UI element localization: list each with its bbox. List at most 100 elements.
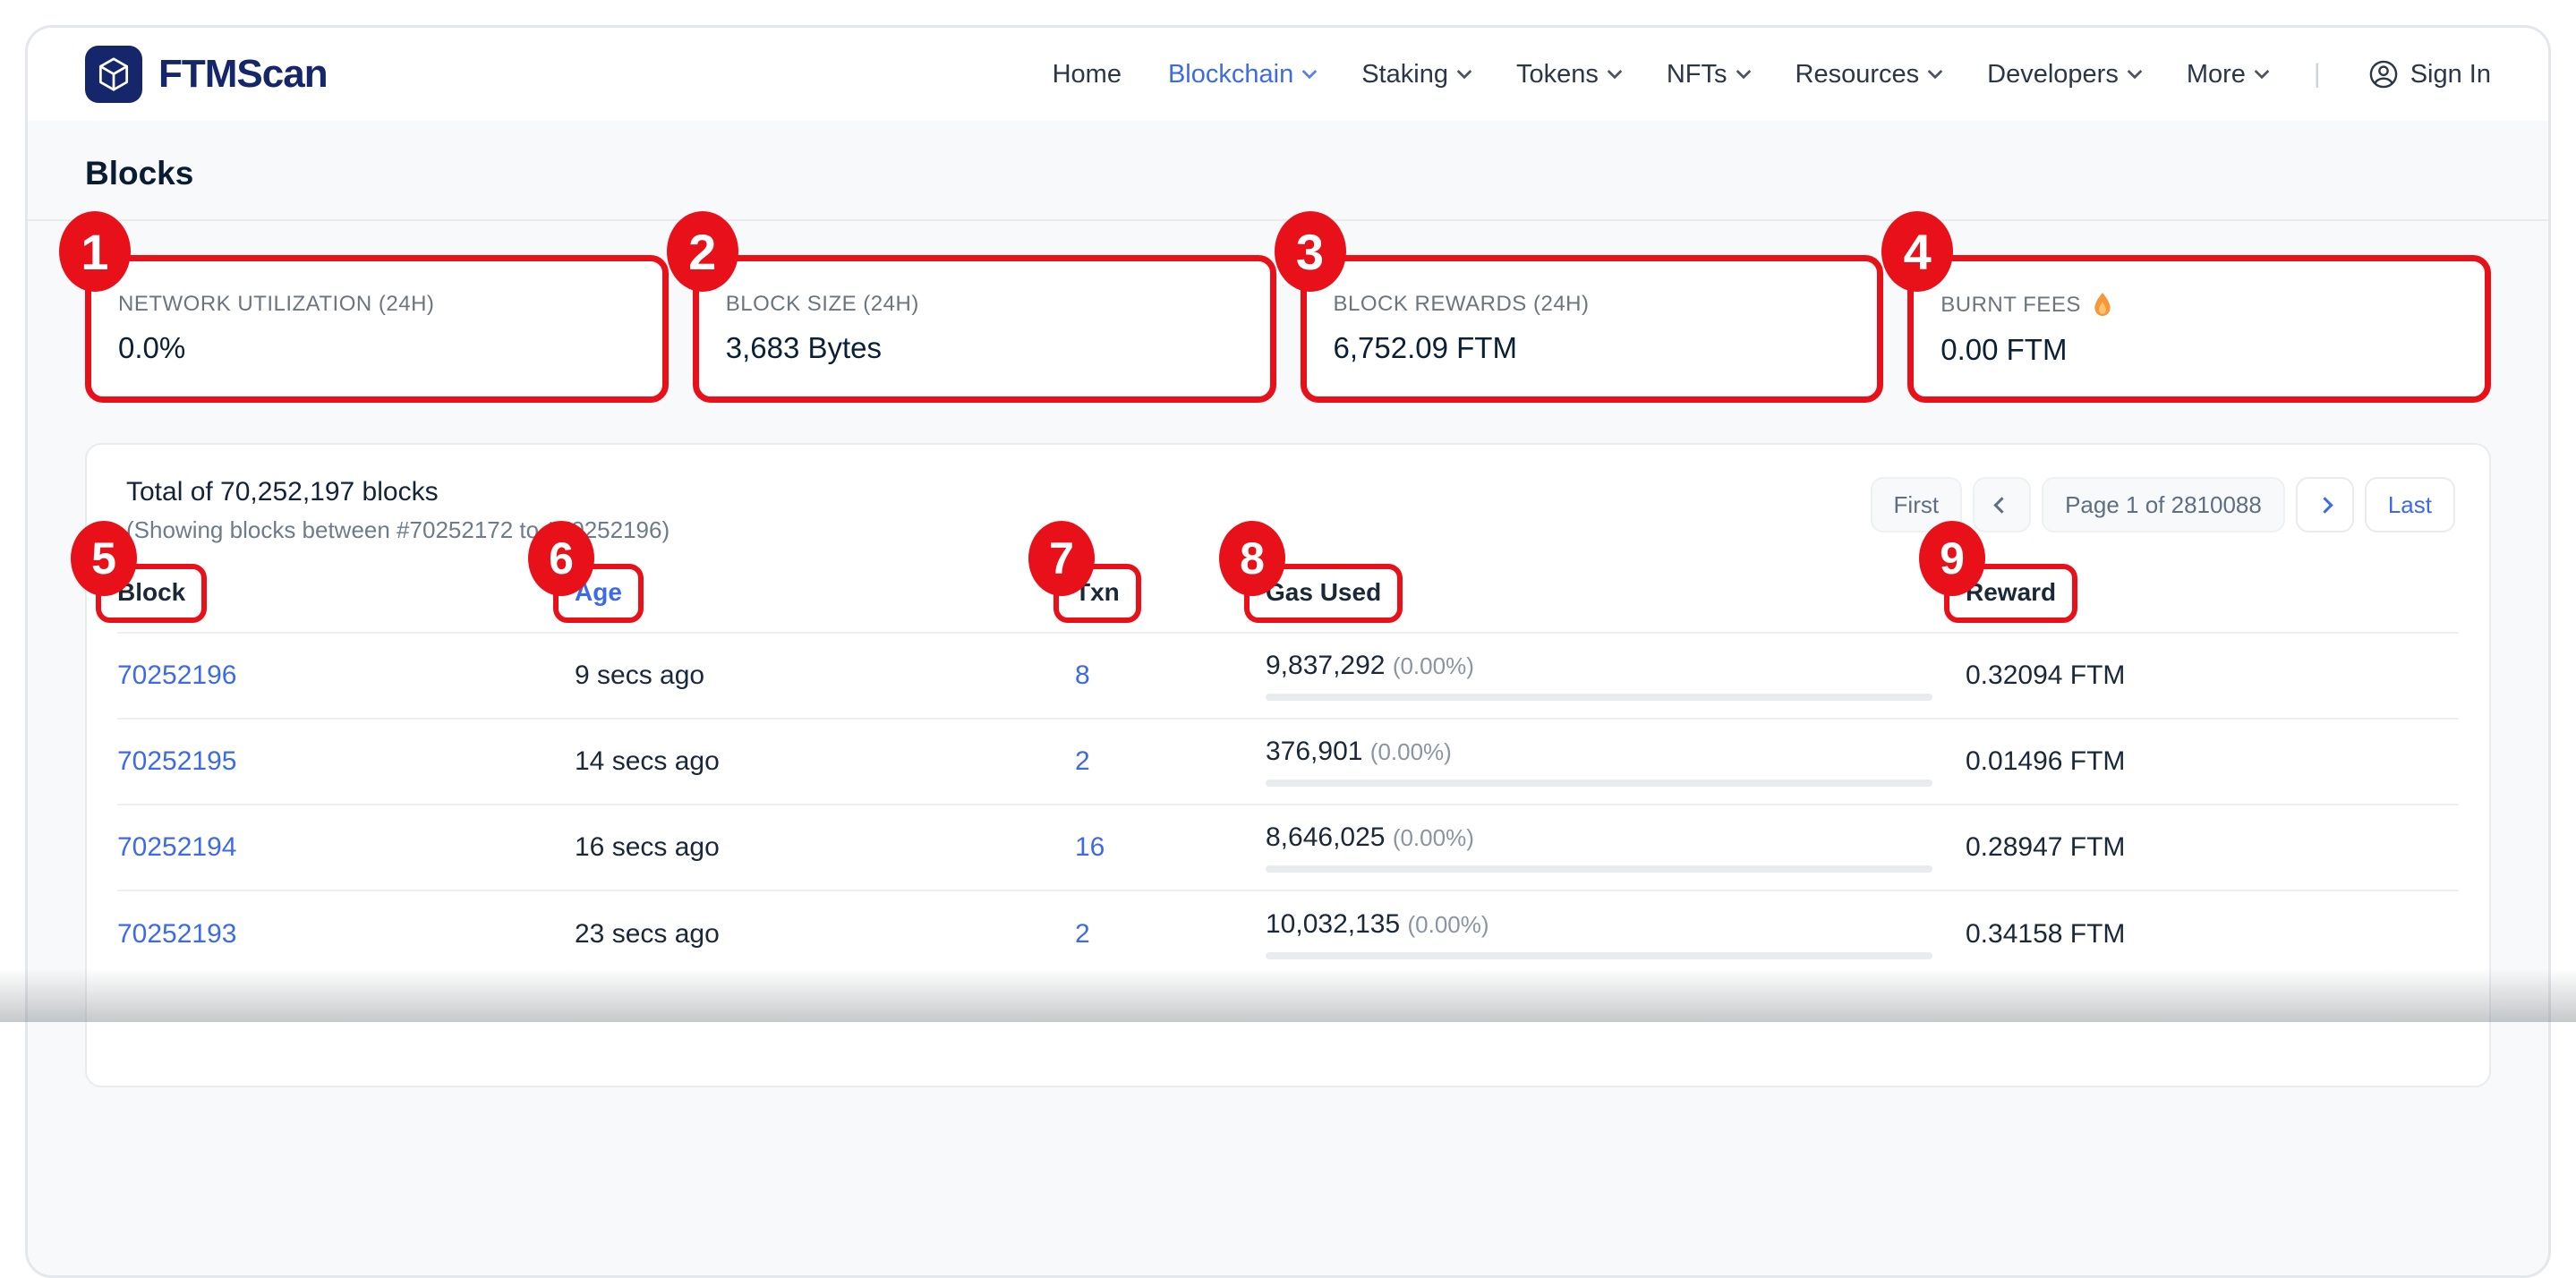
annotation-badge-9: 9 — [1919, 521, 1985, 596]
gas-used-cell: 8,646,025 (0.00%) — [1266, 822, 1966, 873]
table-summary: Total of 70,252,197 blocks (Showing bloc… — [126, 477, 670, 544]
chevron-down-icon — [1456, 64, 1471, 80]
gas-used-value: 376,901 — [1266, 737, 1362, 766]
cube-logo-icon — [85, 46, 142, 103]
stat-label: BLOCK SIZE (24H) — [726, 292, 1243, 317]
stat-value: 0.0% — [118, 331, 635, 365]
nav-item-nfts[interactable]: NFTs — [1667, 60, 1749, 89]
table-row: 70252193 23 secs ago 2 10,032,135 (0.00%… — [117, 891, 2459, 977]
pagination-last-button[interactable]: Last — [2365, 477, 2455, 532]
stat-label: NETWORK UTILIZATION (24H) — [118, 292, 635, 317]
block-age: 23 secs ago — [575, 919, 1075, 950]
brand-logo[interactable]: FTMScan — [85, 46, 328, 103]
annotation-box-reward: 9 Reward — [1944, 564, 2077, 623]
gas-used-value: 9,837,292 — [1266, 651, 1385, 680]
table-row: 70252194 16 secs ago 16 8,646,025 (0.00%… — [117, 805, 2459, 891]
block-age: 16 secs ago — [575, 832, 1075, 863]
chevron-left-icon — [1993, 497, 2009, 513]
txn-count-link[interactable]: 2 — [1075, 746, 1090, 776]
user-icon — [2367, 58, 2400, 90]
bottom-edge-fade — [0, 968, 2576, 1022]
stat-value: 3,683 Bytes — [726, 331, 1243, 365]
nav-item-developers[interactable]: Developers — [1987, 60, 2140, 89]
block-number-link[interactable]: 70252194 — [117, 832, 236, 862]
gas-used-progress-bar — [1266, 952, 1932, 959]
block-number-link[interactable]: 70252193 — [117, 919, 236, 949]
txn-count-link[interactable]: 8 — [1075, 660, 1090, 690]
gas-used-value: 8,646,025 — [1266, 822, 1385, 852]
pagination-prev-button[interactable] — [1973, 477, 2031, 532]
table-top-bar: Total of 70,252,197 blocks (Showing bloc… — [117, 445, 2459, 544]
nav-item-home[interactable]: Home — [1053, 60, 1122, 89]
block-age: 9 secs ago — [575, 660, 1075, 691]
stat-value: 6,752.09 FTM — [1334, 331, 1851, 365]
stats-row: 1 NETWORK UTILIZATION (24H) 0.0% 2 BLOCK… — [28, 221, 2548, 403]
flame-icon — [2090, 292, 2115, 319]
table-row: 70252195 14 secs ago 2 376,901 (0.00%) 0… — [117, 720, 2459, 805]
annotation-badge-2: 2 — [667, 211, 738, 292]
chevron-down-icon — [1607, 64, 1622, 80]
stat-value: 0.00 FTM — [1941, 333, 2458, 367]
nav-item-staking[interactable]: Staking — [1361, 60, 1470, 89]
stat-card-block-rewards: 3 BLOCK REWARDS (24H) 6,752.09 FTM — [1301, 255, 1884, 403]
nav-item-blockchain[interactable]: Blockchain — [1168, 60, 1315, 89]
stat-card-block-size: 2 BLOCK SIZE (24H) 3,683 Bytes — [693, 255, 1276, 403]
gas-used-progress-bar — [1266, 694, 1932, 701]
nav-item-resources[interactable]: Resources — [1796, 60, 1941, 89]
nav-item-tokens[interactable]: Tokens — [1516, 60, 1620, 89]
annotation-badge-7: 7 — [1028, 521, 1095, 596]
gas-used-value: 10,032,135 — [1266, 909, 1400, 939]
stat-label: BURNT FEES — [1941, 292, 2458, 319]
gas-used-percent: (0.00%) — [1370, 738, 1452, 765]
gas-used-percent: (0.00%) — [1393, 652, 1474, 679]
block-reward: 0.28947 FTM — [1966, 832, 2459, 863]
total-blocks-text: Total of 70,252,197 blocks — [126, 477, 670, 507]
chevron-down-icon — [2254, 64, 2269, 80]
annotation-badge-1: 1 — [59, 211, 131, 292]
block-reward: 0.32094 FTM — [1966, 660, 2459, 691]
annotation-badge-4: 4 — [1881, 211, 1953, 292]
table-header-row: 5 Block 6 Age 7 Txn 8 Gas Used 9 Reward — [117, 544, 2459, 634]
chevron-down-icon — [1302, 64, 1318, 80]
column-header-gas-used: Gas Used — [1266, 578, 1381, 606]
pagination-page-info: Page 1 of 2810088 — [2042, 477, 2285, 532]
browser-page: FTMScan Home Blockchain Staking Tokens N… — [25, 25, 2551, 1278]
block-age: 14 secs ago — [575, 746, 1075, 777]
sign-in-button[interactable]: Sign In — [2367, 58, 2491, 90]
block-reward: 0.01496 FTM — [1966, 746, 2459, 777]
annotation-badge-8: 8 — [1219, 521, 1285, 596]
nav-divider: | — [2314, 59, 2321, 89]
stat-label: BLOCK REWARDS (24H) — [1334, 292, 1851, 317]
gas-used-progress-bar — [1266, 780, 1932, 787]
table-row: 70252196 9 secs ago 8 9,837,292 (0.00%) … — [117, 634, 2459, 720]
block-reward: 0.34158 FTM — [1966, 919, 2459, 950]
chevron-down-icon — [1736, 64, 1751, 80]
gas-used-progress-bar — [1266, 865, 1932, 873]
brand-name: FTMScan — [158, 52, 328, 97]
txn-count-link[interactable]: 16 — [1075, 832, 1105, 862]
chevron-down-icon — [2127, 64, 2142, 80]
gas-used-percent: (0.00%) — [1408, 911, 1489, 938]
chevron-down-icon — [1928, 64, 1943, 80]
txn-count-link[interactable]: 2 — [1075, 919, 1090, 949]
nav-item-more[interactable]: More — [2187, 60, 2267, 89]
annotation-badge-5: 5 — [71, 521, 137, 596]
top-navbar: FTMScan Home Blockchain Staking Tokens N… — [28, 28, 2548, 121]
annotation-box-age: 6 Age — [553, 564, 644, 623]
page-header: Blocks — [28, 121, 2548, 221]
gas-used-percent: (0.00%) — [1393, 824, 1474, 851]
annotation-badge-3: 3 — [1275, 211, 1346, 292]
block-number-link[interactable]: 70252196 — [117, 660, 236, 690]
annotation-box-txn: 7 Txn — [1053, 564, 1141, 623]
stat-card-burnt-fees: 4 BURNT FEES 0.00 FTM — [1907, 255, 2491, 403]
gas-used-cell: 376,901 (0.00%) — [1266, 737, 1966, 787]
chevron-right-icon — [2316, 497, 2333, 513]
annotation-box-gas-used: 8 Gas Used — [1244, 564, 1403, 623]
main-nav: Home Blockchain Staking Tokens NFTs Reso… — [1053, 58, 2491, 90]
gas-used-cell: 9,837,292 (0.00%) — [1266, 651, 1966, 701]
stat-card-network-utilization: 1 NETWORK UTILIZATION (24H) 0.0% — [85, 255, 669, 403]
pagination-next-button[interactable] — [2296, 477, 2354, 532]
block-number-link[interactable]: 70252195 — [117, 746, 236, 776]
annotation-badge-6: 6 — [528, 521, 594, 596]
gas-used-cell: 10,032,135 (0.00%) — [1266, 909, 1966, 959]
